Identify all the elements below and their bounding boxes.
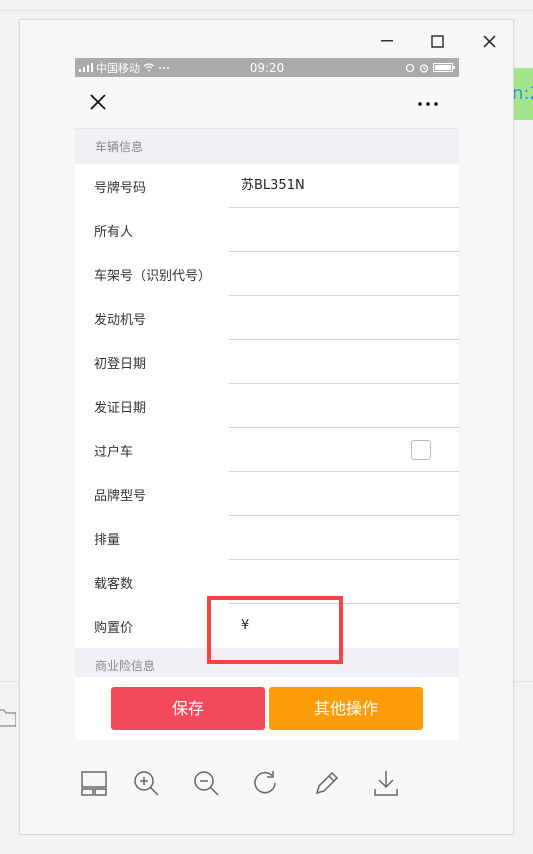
minimize-button[interactable] (376, 30, 398, 52)
background-green-strip-text: n:2 (514, 83, 533, 104)
rotate-icon[interactable] (252, 769, 280, 797)
layout-icon[interactable] (80, 769, 108, 797)
owner-field[interactable] (229, 208, 459, 252)
form-row-plate: 号牌号码 苏BL351N (75, 164, 459, 208)
phone-nav-bar (75, 77, 459, 129)
issue-date-field[interactable] (229, 384, 459, 428)
close-icon (482, 34, 496, 48)
field-label: 发证日期 (94, 400, 147, 416)
maximize-button[interactable] (426, 30, 448, 52)
form-row-owner: 所有人 (75, 208, 459, 252)
plate-number-field[interactable]: 苏BL351N (229, 164, 459, 208)
maximize-icon (430, 34, 444, 48)
brand-model-field[interactable] (229, 472, 459, 516)
folder-icon (0, 709, 16, 727)
save-button[interactable]: 保存 (111, 687, 265, 730)
form-row-register-date: 初登日期 (75, 340, 459, 384)
edit-icon[interactable] (312, 769, 340, 797)
form-row-engine: 发动机号 (75, 296, 459, 340)
field-label: 车架号（识别代号） (94, 268, 212, 284)
field-label: 发动机号 (94, 312, 147, 328)
field-label: 购置价 (94, 620, 134, 636)
section-title-vehicle: 车辆信息 (95, 140, 144, 154)
vehicle-form: 号牌号码 苏BL351N 所有人 车架号（识别代号） 发动机号 初登日期 发证日… (75, 164, 459, 648)
zoom-in-icon[interactable] (132, 769, 160, 797)
field-label: 号牌号码 (94, 180, 147, 196)
close-icon[interactable] (87, 91, 109, 113)
status-time: 09:20 (249, 61, 285, 75)
zoom-out-icon[interactable] (192, 769, 220, 797)
engine-number-field[interactable] (229, 296, 459, 340)
phone-status-bar: 中国移动 09:20 (75, 58, 459, 77)
other-actions-button[interactable]: 其他操作 (269, 687, 423, 730)
field-label: 品牌型号 (94, 488, 147, 504)
image-viewer-window: 中国移动 09:20 车辆信息 号牌号码 苏BL351N 所有人 车架号（识别代… (19, 19, 514, 835)
field-label: 载客数 (94, 576, 134, 592)
form-row-transfer: 过户车 (75, 428, 459, 472)
form-row-brand: 品牌型号 (75, 472, 459, 516)
form-row-displacement: 排量 (75, 516, 459, 560)
background-green-strip: n:2 (514, 68, 533, 120)
transfer-checkbox[interactable] (411, 440, 431, 460)
background-divider (0, 10, 533, 11)
minimize-icon (381, 40, 393, 42)
field-label: 所有人 (94, 224, 134, 240)
field-label: 过户车 (94, 444, 134, 460)
form-row-vin: 车架号（识别代号） (75, 252, 459, 296)
window-close-button[interactable] (478, 30, 500, 52)
action-bar: 保存 其他操作 (75, 677, 459, 740)
download-icon[interactable] (372, 769, 400, 797)
displacement-field[interactable] (229, 516, 459, 560)
field-label: 排量 (94, 532, 121, 548)
field-label: 初登日期 (94, 356, 147, 372)
form-row-issue-date: 发证日期 (75, 384, 459, 428)
vin-field[interactable] (229, 252, 459, 296)
highlight-box (207, 596, 343, 664)
register-date-field[interactable] (229, 340, 459, 384)
more-icon[interactable] (417, 101, 439, 107)
